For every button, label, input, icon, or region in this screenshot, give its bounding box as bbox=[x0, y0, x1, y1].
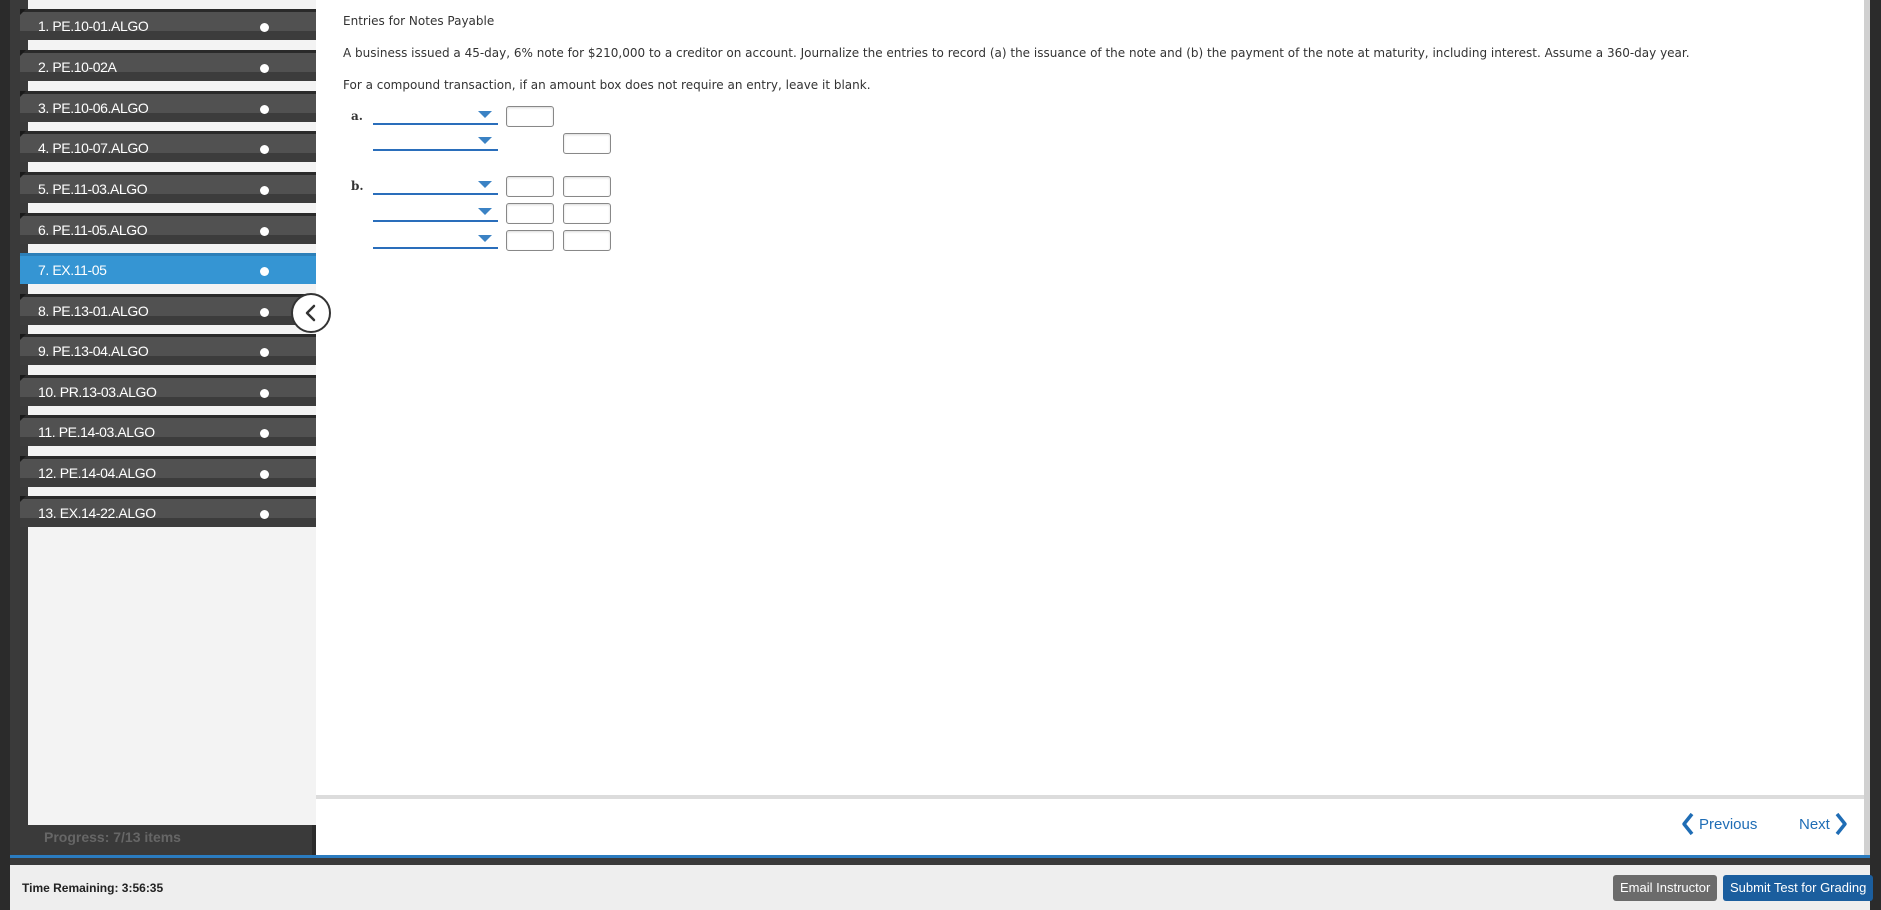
time-remaining: Time Remaining: 3:56:35 bbox=[22, 881, 164, 895]
status-dot-icon bbox=[260, 348, 269, 357]
sidebar-item-10[interactable]: 10. PR.13-03.ALGO bbox=[20, 375, 318, 406]
sidebar-item-2[interactable]: 2. PE.10-02A bbox=[20, 50, 318, 81]
sidebar-item-9[interactable]: 9. PE.13-04.ALGO bbox=[20, 334, 318, 365]
part-b-label: b. bbox=[351, 179, 364, 193]
status-dot-icon bbox=[260, 470, 269, 479]
part-b-account-select-1[interactable] bbox=[373, 175, 498, 195]
sidebar-item-12[interactable]: 12. PE.14-04.ALGO bbox=[20, 456, 318, 487]
sidebar-list-background bbox=[28, 0, 318, 825]
sidebar-item-label: 7. EX.11-05 bbox=[38, 262, 107, 278]
sidebar-item-label: 6. PE.11-05.ALGO bbox=[38, 222, 148, 238]
sidebar-item-8[interactable]: 8. PE.13-01.ALGO bbox=[20, 294, 318, 325]
chevron-left-icon bbox=[1682, 812, 1694, 836]
part-b-account-select-2[interactable] bbox=[373, 202, 498, 222]
part-b-account-select-3[interactable] bbox=[373, 229, 498, 249]
corner-notch bbox=[20, 91, 26, 97]
part-a-credit-input-2[interactable] bbox=[563, 133, 611, 154]
status-dot-icon bbox=[260, 429, 269, 438]
collapse-sidebar-button[interactable] bbox=[291, 293, 331, 333]
question-title: Entries for Notes Payable bbox=[343, 14, 495, 28]
sidebar-item-6[interactable]: 6. PE.11-05.ALGO bbox=[20, 213, 318, 244]
status-dot-icon bbox=[260, 389, 269, 398]
previous-label: Previous bbox=[1699, 815, 1758, 833]
corner-notch bbox=[20, 496, 26, 502]
status-dot-icon bbox=[260, 186, 269, 195]
status-dot-icon bbox=[260, 105, 269, 114]
chevron-left-icon bbox=[305, 304, 316, 322]
status-dot-icon bbox=[260, 64, 269, 73]
submit-test-button[interactable]: Submit Test for Grading bbox=[1723, 875, 1874, 901]
sidebar-item-label: 3. PE.10-06.ALGO bbox=[38, 100, 149, 116]
footer-bar: Time Remaining: 3:56:35 Email Instructor… bbox=[10, 865, 1874, 910]
status-dot-icon bbox=[260, 267, 269, 276]
sidebar-item-label: 13. EX.14-22.ALGO bbox=[38, 505, 156, 521]
status-dot-icon bbox=[260, 227, 269, 236]
progress-text: Progress: 7/13 items bbox=[44, 829, 181, 845]
dropdown-arrow-icon bbox=[478, 181, 492, 188]
chevron-right-icon bbox=[1835, 812, 1847, 836]
sidebar-item-label: 2. PE.10-02A bbox=[38, 59, 117, 75]
status-dot-icon bbox=[260, 308, 269, 317]
part-b-credit-input-1[interactable] bbox=[563, 176, 611, 197]
corner-notch bbox=[20, 415, 26, 421]
dropdown-arrow-icon bbox=[478, 208, 492, 215]
part-a-label: a. bbox=[351, 109, 363, 123]
sidebar-item-1[interactable]: 1. PE.10-01.ALGO bbox=[20, 9, 318, 40]
corner-notch bbox=[20, 334, 26, 340]
question-sidebar: 1. PE.10-01.ALGO 2. PE.10-02A 3. PE.10-0… bbox=[10, 0, 318, 855]
corner-notch bbox=[20, 213, 26, 219]
sidebar-item-label: 9. PE.13-04.ALGO bbox=[38, 343, 149, 359]
footer-separator bbox=[10, 858, 1870, 865]
corner-notch bbox=[20, 375, 26, 381]
status-dot-icon bbox=[260, 145, 269, 154]
dropdown-arrow-icon bbox=[478, 235, 492, 242]
sidebar-item-label: 10. PR.13-03.ALGO bbox=[38, 384, 157, 400]
sidebar-item-label: 5. PE.11-03.ALGO bbox=[38, 181, 148, 197]
part-b-debit-input-1[interactable] bbox=[506, 176, 554, 197]
sidebar-item-label: 11. PE.14-03.ALGO bbox=[38, 424, 155, 440]
next-label: Next bbox=[1799, 815, 1830, 833]
part-b-debit-input-2[interactable] bbox=[506, 203, 554, 224]
email-instructor-button[interactable]: Email Instructor bbox=[1613, 875, 1718, 901]
sidebar-item-label: 8. PE.13-01.ALGO bbox=[38, 303, 149, 319]
status-dot-icon bbox=[260, 23, 269, 32]
sidebar-item-3[interactable]: 3. PE.10-06.ALGO bbox=[20, 91, 318, 122]
part-a-account-select-1[interactable] bbox=[373, 105, 498, 125]
corner-notch bbox=[20, 131, 26, 137]
corner-notch bbox=[20, 456, 26, 462]
sidebar-item-13[interactable]: 13. EX.14-22.ALGO bbox=[20, 496, 318, 527]
part-b-credit-input-2[interactable] bbox=[563, 203, 611, 224]
right-edge bbox=[1864, 0, 1870, 855]
sidebar-item-5[interactable]: 5. PE.11-03.ALGO bbox=[20, 172, 318, 203]
previous-button[interactable]: Previous bbox=[1681, 812, 1757, 836]
part-b-debit-input-3[interactable] bbox=[506, 230, 554, 251]
question-instruction: For a compound transaction, if an amount… bbox=[343, 78, 871, 92]
part-a-account-select-2[interactable] bbox=[373, 131, 498, 151]
sidebar-item-7[interactable]: 7. EX.11-05 bbox=[20, 253, 318, 284]
sidebar-item-4[interactable]: 4. PE.10-07.ALGO bbox=[20, 131, 318, 162]
sidebar-item-label: 1. PE.10-01.ALGO bbox=[38, 18, 149, 34]
question-body: A business issued a 45-day, 6% note for … bbox=[343, 46, 1690, 60]
sidebar-item-label: 4. PE.10-07.ALGO bbox=[38, 140, 149, 156]
part-a-debit-input-1[interactable] bbox=[506, 106, 554, 127]
corner-notch bbox=[20, 9, 26, 15]
question-panel: Entries for Notes Payable A business iss… bbox=[316, 0, 1864, 795]
corner-notch bbox=[20, 172, 26, 178]
sidebar-item-label: 12. PE.14-04.ALGO bbox=[38, 465, 156, 481]
next-button[interactable]: Next bbox=[1799, 812, 1848, 836]
left-edge bbox=[0, 0, 10, 910]
part-b-credit-input-3[interactable] bbox=[563, 230, 611, 251]
status-dot-icon bbox=[260, 510, 269, 519]
question-navigation-bar bbox=[316, 799, 1864, 855]
corner-notch bbox=[20, 50, 26, 56]
corner-notch bbox=[20, 294, 26, 300]
sidebar-item-11[interactable]: 11. PE.14-03.ALGO bbox=[20, 415, 318, 446]
dropdown-arrow-icon bbox=[478, 111, 492, 118]
dropdown-arrow-icon bbox=[478, 137, 492, 144]
